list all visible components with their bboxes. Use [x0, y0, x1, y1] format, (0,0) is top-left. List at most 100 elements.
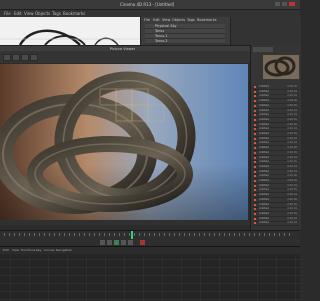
history-row-time: 0:00:36 — [287, 197, 297, 201]
save-icon[interactable] — [21, 54, 29, 61]
graph-menu-navigation[interactable]: Navigation — [56, 248, 72, 252]
zoom-icon[interactable] — [30, 54, 38, 61]
list-item[interactable]: Torus.2 — [145, 39, 225, 44]
graph-menu-key[interactable]: Key — [36, 248, 41, 252]
close-icon[interactable] — [289, 2, 295, 6]
timeline-tick — [164, 233, 165, 236]
stop-icon[interactable] — [12, 54, 20, 61]
history-row[interactable]: Untitled 0:00:34 — [253, 221, 299, 227]
record-icon[interactable] — [140, 240, 145, 245]
timeline-tick — [229, 233, 230, 236]
history-row-label: Untitled — [259, 122, 269, 126]
next-frame-icon[interactable] — [121, 240, 126, 245]
om-tab-objects[interactable]: Objects — [172, 18, 185, 22]
status-dot-icon — [254, 189, 256, 192]
timeline-tick — [279, 233, 280, 236]
rendered-torus-image — [0, 64, 248, 220]
status-dot-icon — [254, 161, 256, 164]
status-dot-icon — [254, 147, 256, 150]
menu-item-edit[interactable]: Edit — [14, 11, 22, 16]
status-dot-icon — [254, 222, 256, 225]
history-row-label: Untitled — [259, 94, 269, 98]
status-dot-icon — [254, 203, 256, 206]
history-row-label: Untitled — [259, 202, 269, 206]
sketch-viewport[interactable] — [0, 17, 140, 45]
timeline-tick — [194, 233, 195, 236]
graph-gridline — [0, 275, 300, 276]
timeline-tick — [69, 233, 70, 236]
menu-item-tags[interactable]: Tags — [52, 11, 61, 16]
history-row-label: Untitled — [259, 127, 269, 131]
graph-menu-curves[interactable]: Curves — [44, 248, 54, 252]
timeline-tick — [79, 233, 80, 236]
maximize-icon[interactable] — [282, 2, 287, 6]
history-row-time: 0:00:34 — [287, 127, 297, 131]
timeline-tick — [19, 233, 20, 236]
timeline-tick — [249, 233, 250, 236]
history-row-label: Untitled — [259, 197, 269, 201]
status-dot-icon — [254, 128, 256, 131]
status-dot-icon — [254, 133, 256, 135]
history-row-time: 0:00:36 — [287, 146, 297, 150]
timeline-tick — [4, 233, 5, 236]
status-dot-icon — [254, 100, 256, 103]
timeline-tick — [159, 233, 160, 236]
go-end-icon[interactable] — [128, 240, 133, 245]
render-icon[interactable] — [3, 54, 11, 61]
om-tab-tags[interactable]: Tags — [187, 18, 195, 22]
timeline-tick — [99, 233, 100, 236]
timeline[interactable] — [0, 230, 300, 247]
timeline-tick — [129, 233, 130, 236]
menu-item-file[interactable]: File — [4, 11, 11, 16]
history-row-time: 0:00:34 — [287, 141, 297, 145]
history-tab[interactable] — [253, 47, 273, 52]
history-row-time: 0:00:35 — [287, 150, 297, 154]
timeline-tick — [259, 233, 260, 236]
graph-menu-functions[interactable]: Functions — [21, 248, 35, 252]
timeline-graph-panel[interactable]: Edit View Functions Key Curves Navigatio… — [0, 246, 300, 301]
history-row-label: Untitled — [259, 150, 269, 154]
history-row-label: Untitled — [259, 99, 269, 103]
history-row-label: Untitled — [259, 103, 269, 107]
history-row-label: Untitled — [259, 211, 269, 215]
status-dot-icon — [254, 194, 256, 197]
timeline-tick — [244, 233, 245, 236]
timeline-tick — [239, 233, 240, 236]
history-row-label: Untitled — [259, 188, 269, 192]
status-dot-icon — [254, 208, 256, 211]
graph-menu-view[interactable]: View — [12, 248, 19, 252]
om-tab-edit[interactable]: Edit — [153, 18, 160, 22]
om-tab-bookmarks[interactable]: Bookmarks — [197, 18, 217, 22]
menu-item-view[interactable]: View — [24, 11, 34, 16]
status-dot-icon — [254, 86, 256, 88]
menu-item-bookmarks[interactable]: Bookmarks — [63, 11, 85, 16]
status-dot-icon — [254, 137, 256, 140]
render-image[interactable] — [0, 64, 248, 220]
history-row-label: Untitled — [259, 141, 269, 145]
timeline-ruler[interactable] — [0, 233, 290, 239]
history-row-time: 0:00:33 — [287, 136, 297, 140]
history-row-label: Untitled — [259, 160, 269, 164]
playhead[interactable] — [131, 231, 133, 239]
prev-frame-icon[interactable] — [107, 240, 112, 245]
timeline-tick — [34, 233, 35, 236]
preview-thumbnail[interactable] — [263, 55, 299, 79]
timeline-tick — [214, 233, 215, 236]
play-icon[interactable] — [114, 240, 119, 245]
om-tab-view[interactable]: View — [162, 18, 170, 22]
graph-gridline-vertical — [238, 255, 239, 301]
history-row-label: Untitled — [259, 136, 269, 140]
history-row-label: Untitled — [259, 164, 269, 168]
go-start-icon[interactable] — [100, 240, 105, 245]
history-row-label: Untitled — [259, 216, 269, 220]
status-dot-icon — [254, 156, 256, 159]
timeline-tick — [124, 233, 125, 236]
status-dot-icon — [254, 151, 256, 154]
status-dot-icon — [254, 184, 256, 187]
sketch-drawing — [0, 29, 140, 45]
timeline-tick — [74, 233, 75, 236]
minimize-icon[interactable] — [275, 2, 280, 6]
graph-menu-edit[interactable]: Edit — [3, 248, 9, 252]
om-tab-file[interactable]: File — [144, 18, 150, 22]
menu-item-objects[interactable]: Objects — [35, 11, 50, 16]
